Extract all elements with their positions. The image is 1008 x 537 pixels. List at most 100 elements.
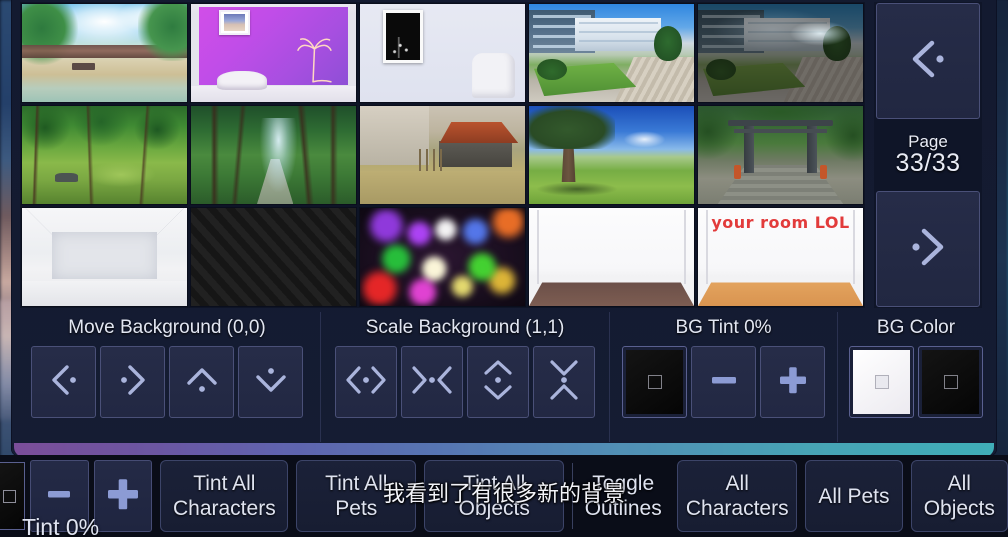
torii-second-beam [734,128,827,133]
thumbnail-white-room-poster[interactable] [359,3,526,103]
chevron-left-dot-icon [902,33,954,90]
arrow-up-dot-icon [181,359,223,406]
riverside-railing [22,45,187,58]
plus-icon [773,360,813,405]
scale-background-taller-button[interactable] [467,346,529,418]
contract-vertical-dot-icon [543,358,585,407]
tint-all-objects-line2: Objects [458,497,530,520]
tint-all-objects-button[interactable]: Tint All Objects [424,460,565,532]
tint-all-objects-line1: Tint All [463,472,526,495]
tint-all-characters-line1: Tint All [193,472,256,495]
page-indicator: Page 33/33 [876,120,980,190]
next-page-button[interactable] [876,191,980,307]
all-objects-line2: Objects [923,497,995,520]
scale-background-title: Scale Background (1,1) [365,317,565,338]
scale-background-wider-button[interactable] [335,346,397,418]
scale-background-section: Scale Background (1,1) [321,312,610,442]
bg-tint-title: BG Tint 0% [675,317,772,338]
room-back-wall [51,231,158,279]
bg-tint-increase-button[interactable] [760,346,825,418]
thumbnail-art [22,106,187,204]
thumbnail-room-brown-floor[interactable] [528,207,695,307]
bg-tint-section: BG Tint 0% [610,312,838,442]
white-sofa [217,70,267,91]
thumbnail-art: your room LOL [698,208,863,306]
thumbnail-handwritten-text: your room LOL [711,212,850,232]
scale-background-shorter-button[interactable] [533,346,595,418]
room-floor [191,86,356,102]
chevron-right-dot-icon [902,221,954,278]
thumbnail-country-house[interactable] [359,105,526,205]
tree-canopy [529,106,615,150]
move-background-right-button[interactable] [100,346,165,418]
bg-tint-decrease-button[interactable] [691,346,756,418]
tint-color-swatch-button[interactable] [0,462,26,530]
bg-tint-color-swatch-button[interactable] [622,346,687,418]
stone-lantern-right [820,164,827,179]
bg-tint-swatch-black [626,350,683,414]
contract-horizontal-dot-icon [410,359,454,406]
arrow-down-dot-icon [250,359,292,406]
page-label-text: Page [908,132,948,151]
all-characters-button[interactable]: All Characters [677,460,798,532]
night-window-glow [698,4,863,102]
page-number-value: 33/33 [895,149,961,177]
all-pets-button[interactable]: All Pets [805,460,903,532]
thumbnail-art [360,106,525,204]
previous-page-button[interactable] [876,3,980,119]
thumbnail-art [191,4,356,102]
bg-color-swatch-white [853,350,910,414]
move-background-up-button[interactable] [169,346,234,418]
thumbnail-shrine-torii[interactable] [697,105,864,205]
tint-all-pets-button[interactable]: Tint All Pets [296,460,417,532]
thumbnail-dark-stripes[interactable] [190,207,357,307]
thumbnail-school-courtyard-day[interactable] [528,3,695,103]
wall-picture-frame [219,9,251,36]
move-background-down-button[interactable] [238,346,303,418]
minus-icon [39,474,79,519]
bg-color-white-button[interactable] [849,346,914,418]
stone-lantern-left [734,164,741,179]
all-objects-button[interactable]: All Objects [910,460,1008,532]
thumbnail-forest-clearing[interactable] [21,105,188,205]
bg-color-section: BG Color [838,312,994,442]
room-wood-floor [698,282,863,306]
thumbnail-school-courtyard-night[interactable] [697,3,864,103]
all-characters-line1: All [725,472,749,495]
forest-trail [257,158,294,204]
school-building-center [575,17,661,52]
room-wall-edge-right [684,209,686,285]
thumbnail-art [529,208,694,306]
expand-horizontal-dot-icon [344,359,388,406]
tint-decrease-button[interactable] [30,460,89,532]
toolbar-divider [572,463,574,529]
palm-neon-icon [293,31,336,86]
forest-rock [55,172,79,183]
bg-color-swatch-black [922,350,979,414]
scale-background-narrower-button[interactable] [401,346,463,418]
thumbnail-room-your-room[interactable]: your room LOL [697,207,864,307]
room-floor [22,280,187,306]
background-thumbnail-grid: your room LOL [20,2,865,308]
black-poster [383,9,423,63]
thumbnail-art [22,4,187,102]
tree-shadow [535,182,619,197]
bg-color-black-button[interactable] [918,346,983,418]
toggle-outlines-button[interactable]: Toggle Outlines [577,460,669,532]
thumbnail-art [529,106,694,204]
wooden-fence [419,149,446,171]
tint-increase-button[interactable] [93,460,153,532]
tint-all-characters-button[interactable]: Tint All Characters [160,460,289,532]
move-background-left-button[interactable] [31,346,96,418]
thumbnail-bokeh-lights[interactable] [359,207,526,307]
thumbnail-forest-path[interactable] [190,105,357,205]
courtyard-tree [654,25,683,61]
all-objects-line1: All [947,472,971,495]
thumbnail-purple-neon-room[interactable] [190,3,357,103]
riverside-bench [71,62,95,70]
thumbnail-empty-white-room[interactable] [21,207,188,307]
all-pets-label: All Pets [818,484,890,508]
thumbnail-riverside-park[interactable] [21,3,188,103]
thumbnail-great-tree-field[interactable] [528,105,695,205]
background-control-bar: Move Background (0,0) Scale Background (… [14,312,994,442]
